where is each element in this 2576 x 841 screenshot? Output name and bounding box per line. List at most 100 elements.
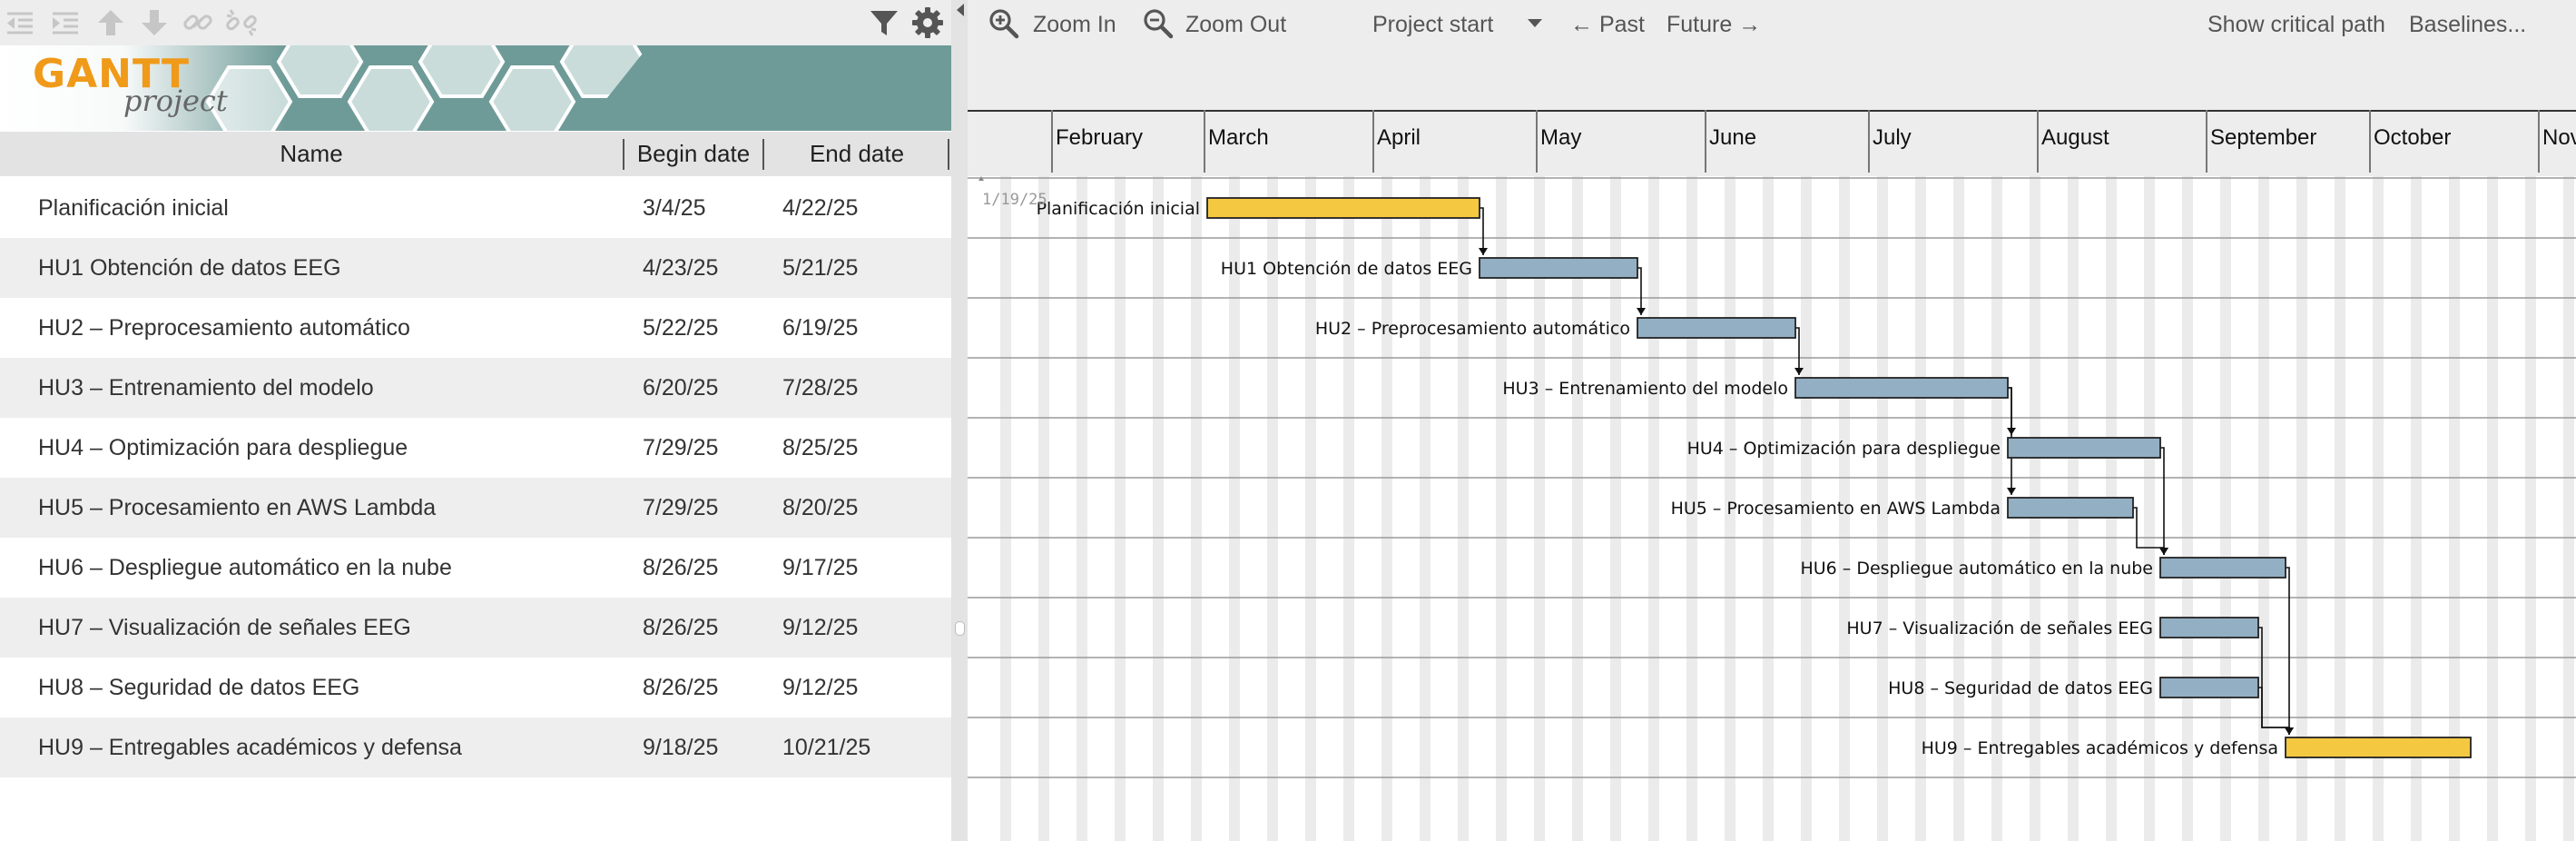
begin-date-cell[interactable]: 8/26/25 xyxy=(643,538,718,598)
table-row[interactable]: HU1 Obtención de datos EEG 4/23/25 5/21/… xyxy=(0,238,951,298)
begin-date-cell[interactable]: 4/23/25 xyxy=(643,238,718,298)
end-date-cell[interactable]: 9/17/25 xyxy=(782,538,858,598)
task-name-cell[interactable]: HU1 Obtención de datos EEG xyxy=(38,238,341,298)
end-date-cell[interactable]: 9/12/25 xyxy=(782,658,858,717)
table-row[interactable]: HU4 – Optimización para despliegue 7/29/… xyxy=(0,418,951,478)
begin-date-cell[interactable]: 7/29/25 xyxy=(643,478,718,538)
divider-handle[interactable] xyxy=(955,621,965,636)
future-button[interactable]: Future → xyxy=(1667,0,1761,50)
show-critical-path-button[interactable]: Show critical path xyxy=(2207,0,2385,50)
task-bar[interactable] xyxy=(2007,437,2161,459)
month-header: July xyxy=(1868,110,2039,173)
zoom-out-button[interactable]: Zoom Out xyxy=(1185,0,1286,50)
indent-icon[interactable] xyxy=(49,6,82,39)
past-button[interactable]: ← Past xyxy=(1570,0,1645,50)
end-date-cell[interactable]: 8/25/25 xyxy=(782,418,858,478)
task-bar[interactable] xyxy=(2159,617,2259,638)
task-name-cell[interactable]: HU2 – Preprocesamiento automático xyxy=(38,298,410,358)
task-bar[interactable] xyxy=(1479,257,1638,279)
timeline-header: February March April May June July Augus… xyxy=(968,50,2576,176)
end-date-cell[interactable]: 4/22/25 xyxy=(782,178,858,238)
weekend-stripe xyxy=(1153,176,1164,841)
weekend-stripe xyxy=(2487,176,2498,841)
begin-date-cell[interactable]: 8/26/25 xyxy=(643,598,718,658)
table-row[interactable]: HU9 – Entregables académicos y defensa 9… xyxy=(0,717,951,777)
task-bar-label: HU8 – Seguridad de datos EEG xyxy=(1888,678,2153,698)
table-header: Name Begin date End date xyxy=(0,132,951,176)
dropdown-arrow-icon[interactable] xyxy=(1521,9,1549,36)
task-name-cell[interactable]: HU8 – Seguridad de datos EEG xyxy=(38,658,359,717)
task-name-cell[interactable]: HU3 – Entrenamiento del modelo xyxy=(38,358,374,418)
move-up-icon[interactable] xyxy=(94,6,127,39)
task-bar[interactable] xyxy=(2007,497,2134,519)
month-header: Nov xyxy=(2538,110,2576,173)
weekend-stripe xyxy=(1000,176,1011,841)
task-bar[interactable] xyxy=(2285,737,2472,758)
task-name-cell[interactable]: HU5 – Procesamiento en AWS Lambda xyxy=(38,478,436,538)
month-header: August xyxy=(2037,110,2207,173)
end-date-cell[interactable]: 5/21/25 xyxy=(782,238,858,298)
outdent-icon[interactable] xyxy=(4,6,36,39)
month-header: April xyxy=(1372,110,1538,173)
zoom-in-button[interactable]: Zoom In xyxy=(1033,0,1116,50)
gear-icon[interactable] xyxy=(911,6,944,39)
table-row[interactable]: HU7 – Visualización de señales EEG 8/26/… xyxy=(0,598,951,658)
table-row[interactable]: HU6 – Despliegue automático en la nube 8… xyxy=(0,538,951,598)
task-bar[interactable] xyxy=(2159,677,2259,698)
zoom-in-icon[interactable] xyxy=(988,7,1020,40)
table-row[interactable]: HU8 – Seguridad de datos EEG 8/26/25 9/1… xyxy=(0,658,951,717)
split-divider[interactable] xyxy=(951,0,968,841)
table-row[interactable]: Planificación inicial 3/4/25 4/22/25 xyxy=(0,178,951,238)
column-header-name[interactable]: Name xyxy=(0,132,623,176)
task-bar-label: HU7 – Visualización de señales EEG xyxy=(1846,618,2153,638)
chart-toolbar: Zoom In Zoom Out Project start ← Past Fu… xyxy=(968,0,2576,50)
month-header: June xyxy=(1705,110,1870,173)
begin-date-cell[interactable]: 3/4/25 xyxy=(643,178,706,238)
task-bar-label: HU9 – Entregables académicos y defensa xyxy=(1922,738,2278,758)
unlink-icon[interactable] xyxy=(225,6,258,39)
task-bar-label: HU5 – Procesamiento en AWS Lambda xyxy=(1671,499,2001,519)
column-header-end-date[interactable]: End date xyxy=(764,132,949,176)
task-name-cell[interactable]: HU7 – Visualización de señales EEG xyxy=(38,598,411,658)
begin-date-cell[interactable]: 9/18/25 xyxy=(643,717,718,777)
task-name-cell[interactable]: HU4 – Optimización para despliegue xyxy=(38,418,408,478)
baselines-button[interactable]: Baselines... xyxy=(2409,0,2526,50)
task-bar[interactable] xyxy=(1794,377,2009,399)
table-row[interactable]: HU2 – Preprocesamiento automático 5/22/2… xyxy=(0,298,951,358)
dependency-arrowhead xyxy=(2285,727,2294,735)
dependency-arrowhead xyxy=(1637,308,1646,315)
table-row[interactable]: HU3 – Entrenamiento del modelo 6/20/25 7… xyxy=(0,358,951,418)
move-down-icon[interactable] xyxy=(138,6,171,39)
month-header: May xyxy=(1536,110,1706,173)
end-date-cell[interactable]: 10/21/25 xyxy=(782,717,870,777)
task-toolbar xyxy=(0,0,951,45)
gantt-chart-area[interactable]: Planificación inicial HU1 Obtención de da… xyxy=(968,176,2576,841)
zoom-out-icon[interactable] xyxy=(1142,7,1175,40)
dependency-arrowhead xyxy=(2159,548,2168,555)
weekend-stripe xyxy=(1077,176,1087,841)
collapse-arrow-icon[interactable] xyxy=(951,0,968,36)
end-date-cell[interactable]: 6/19/25 xyxy=(782,298,858,358)
task-bar-label: HU6 – Despliegue automático en la nube xyxy=(1800,559,2153,579)
link-icon[interactable] xyxy=(182,6,214,39)
weekend-stripe xyxy=(1115,176,1126,841)
app-logo-banner: GANTT project xyxy=(0,45,951,131)
filter-icon[interactable] xyxy=(868,6,900,39)
column-separator[interactable] xyxy=(948,139,949,170)
begin-date-cell[interactable]: 6/20/25 xyxy=(643,358,718,418)
task-name-cell[interactable]: Planificación inicial xyxy=(38,178,229,238)
begin-date-cell[interactable]: 5/22/25 xyxy=(643,298,718,358)
begin-date-cell[interactable]: 8/26/25 xyxy=(643,658,718,717)
task-bar[interactable] xyxy=(1206,197,1480,219)
end-date-cell[interactable]: 8/20/25 xyxy=(782,478,858,538)
table-row[interactable]: HU5 – Procesamiento en AWS Lambda 7/29/2… xyxy=(0,478,951,538)
column-header-begin-date[interactable]: Begin date xyxy=(624,132,762,176)
end-date-cell[interactable]: 7/28/25 xyxy=(782,358,858,418)
task-name-cell[interactable]: HU9 – Entregables académicos y defensa xyxy=(38,717,462,777)
project-start-button[interactable]: Project start xyxy=(1372,0,1493,50)
end-date-cell[interactable]: 9/12/25 xyxy=(782,598,858,658)
task-bar[interactable] xyxy=(1637,317,1796,339)
task-name-cell[interactable]: HU6 – Despliegue automático en la nube xyxy=(38,538,452,598)
begin-date-cell[interactable]: 7/29/25 xyxy=(643,418,718,478)
task-bar[interactable] xyxy=(2159,557,2286,579)
